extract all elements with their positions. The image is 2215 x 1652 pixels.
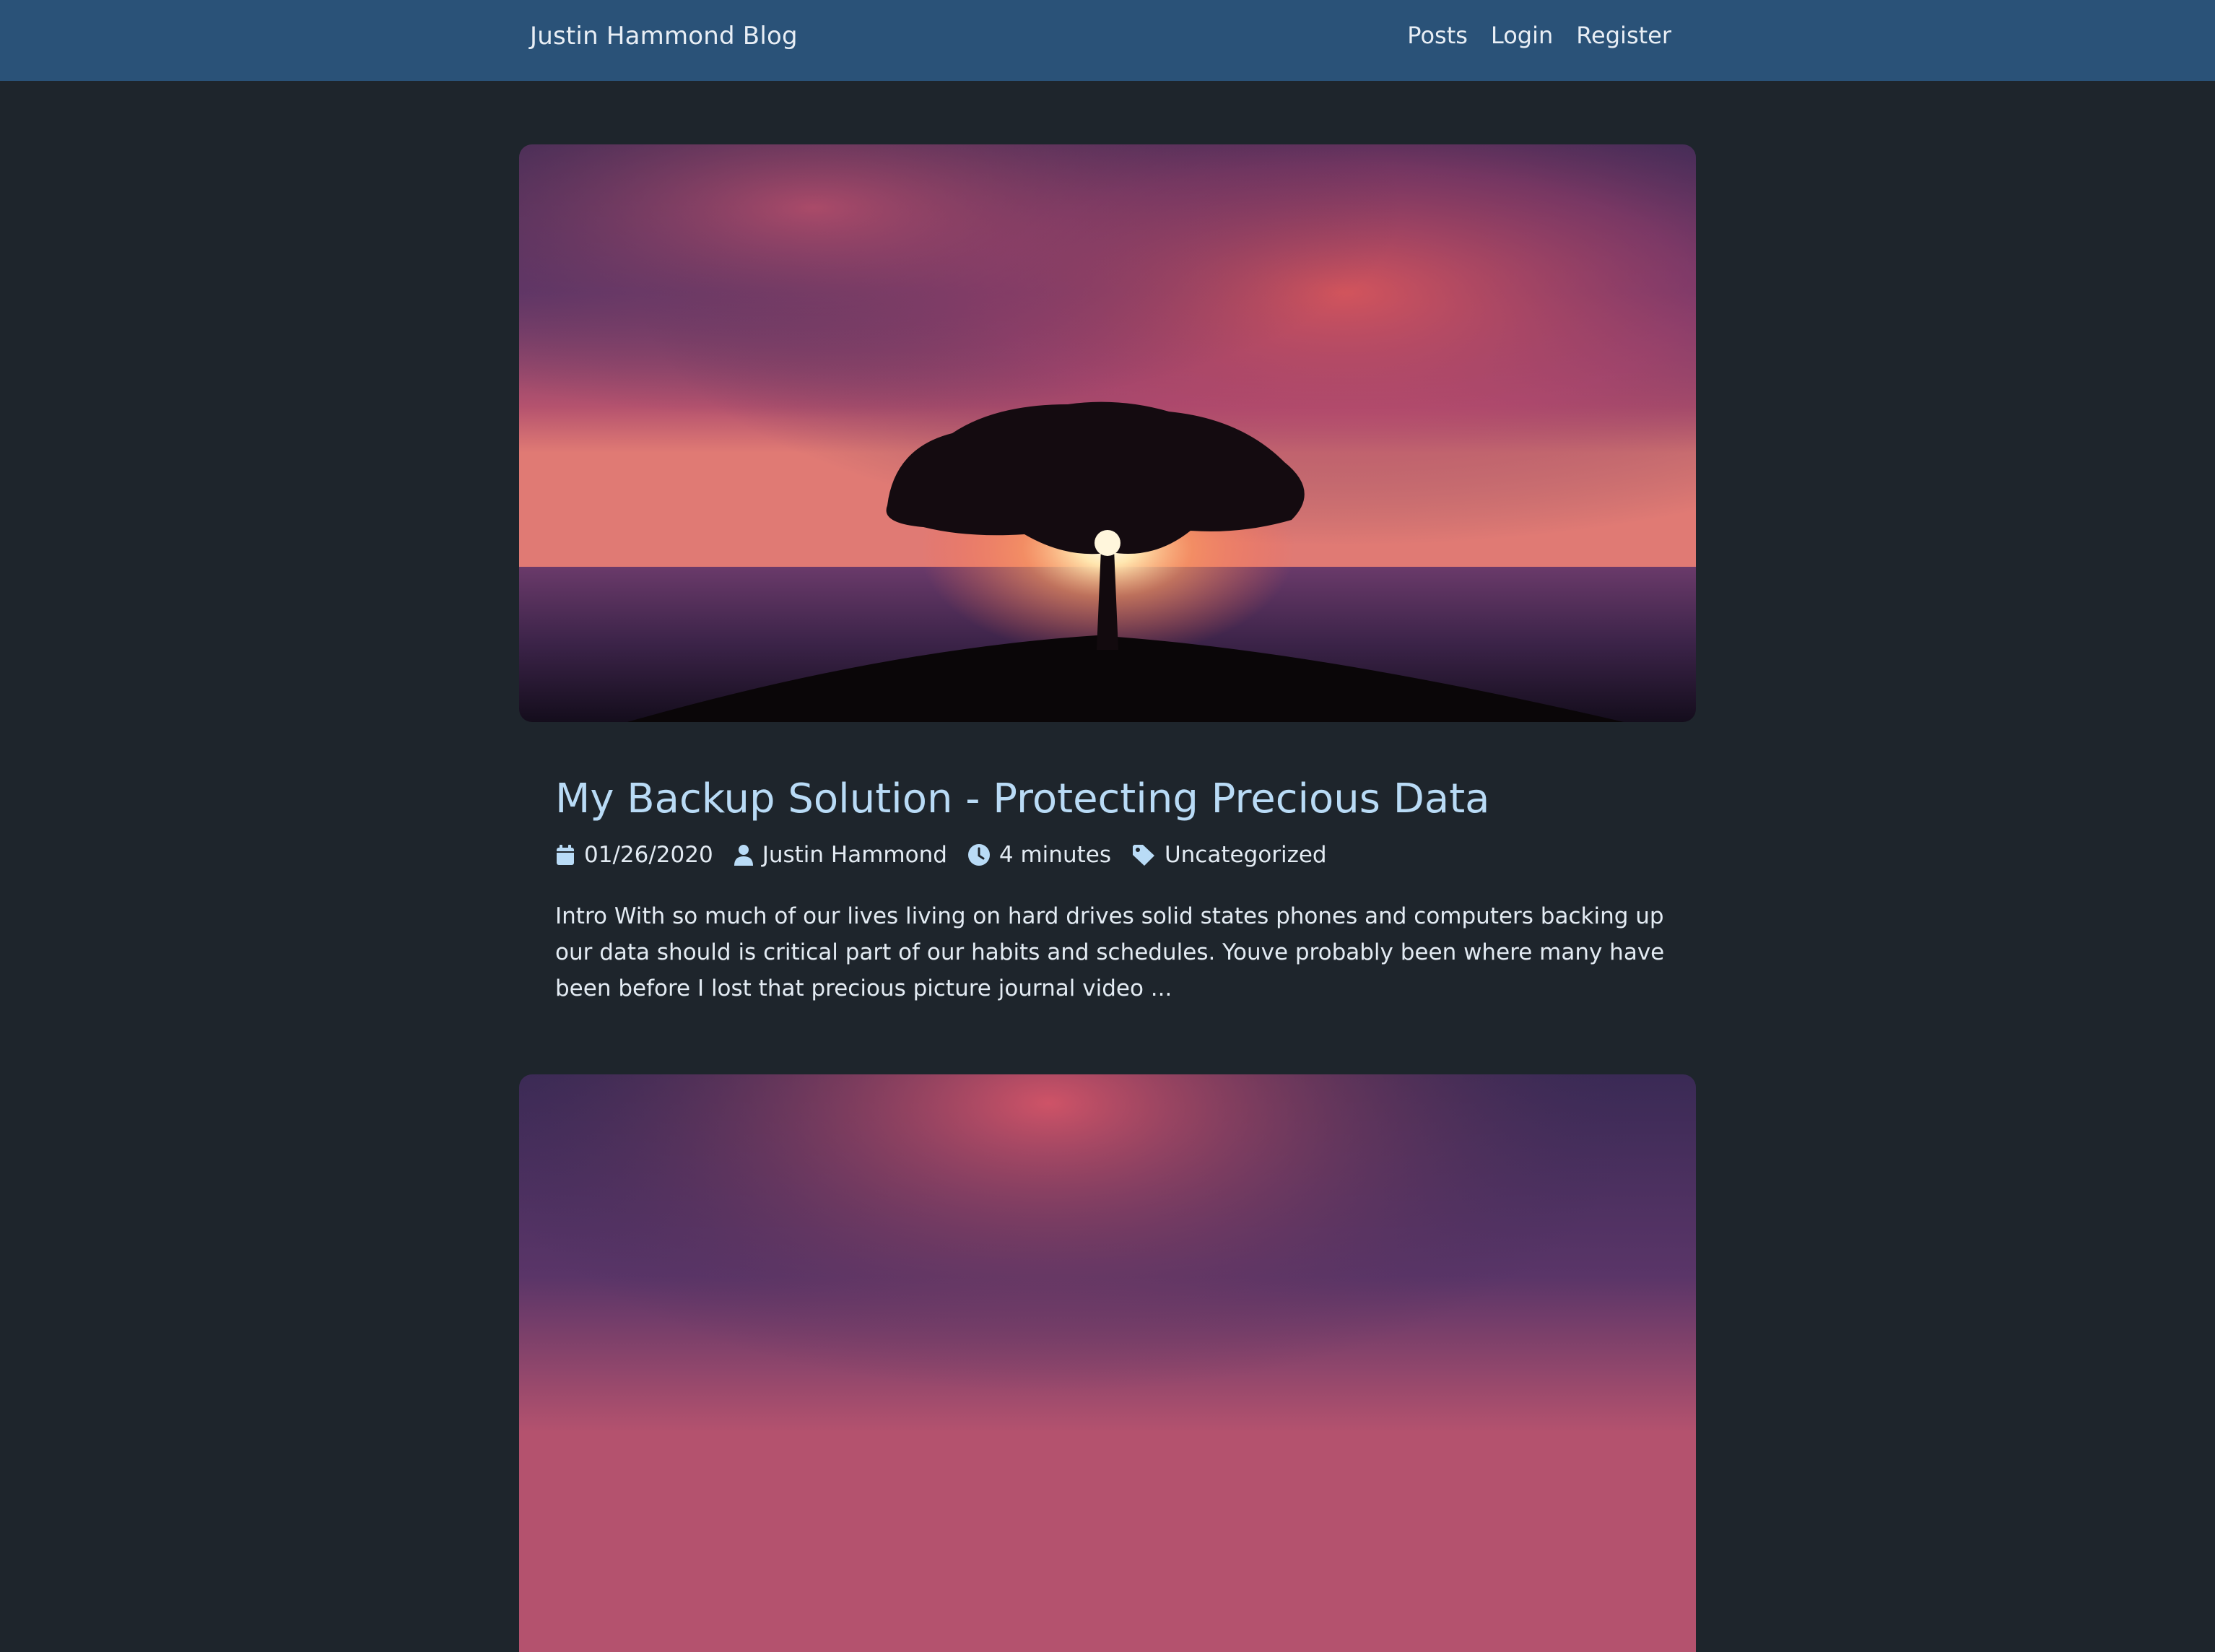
tag-icon (1132, 845, 1154, 866)
post-meta: 01/26/2020 Justin Hammond 4 minutes Unca… (555, 842, 1347, 868)
post-read-time-text: 4 minutes (998, 842, 1111, 868)
post-author: Justin Hammond (734, 842, 947, 868)
post-cover-image[interactable] (519, 1074, 1696, 1652)
post-cover-image[interactable] (519, 144, 1696, 722)
nav-posts-link[interactable]: Posts (1407, 22, 1468, 49)
post-excerpt: Intro With so much of our lives living o… (555, 903, 1665, 1001)
post-date: 01/26/2020 (555, 842, 713, 868)
post-author-text: Justin Hammond (762, 842, 947, 868)
top-navbar: Justin Hammond Blog Posts Login Register (0, 0, 2215, 81)
post-category-text[interactable]: Uncategorized (1165, 842, 1327, 868)
calendar-icon (557, 845, 574, 865)
post-title-link[interactable]: My Backup Solution - Protecting Precious… (555, 775, 1489, 822)
post-category: Uncategorized (1131, 842, 1327, 868)
clock-icon (967, 844, 990, 866)
nav-login-link[interactable]: Login (1491, 22, 1553, 49)
user-icon (734, 845, 753, 866)
nav-links: Posts Login Register (1407, 22, 1671, 49)
brand-link[interactable]: Justin Hammond Blog (530, 22, 798, 51)
nav-register-link[interactable]: Register (1576, 22, 1671, 49)
post-date-text: 01/26/2020 (584, 842, 713, 868)
post-read-time: 4 minutes (967, 842, 1111, 868)
